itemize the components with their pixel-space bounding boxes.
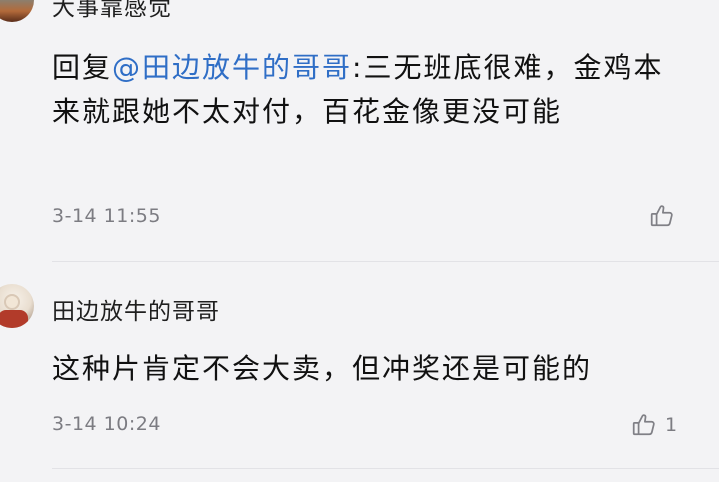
comment-username[interactable]: 田边放牛的哥哥 bbox=[52, 292, 220, 326]
comment-timestamp: 3-14 11:55 bbox=[52, 205, 161, 227]
avatar[interactable] bbox=[0, 284, 34, 328]
thumbs-up-icon bbox=[649, 203, 675, 229]
like-count: 1 bbox=[665, 414, 678, 436]
comment-item: 大事靠感觉 回复@田边放牛的哥哥:三无班底很难，金鸡本来就跟她不太对付，百花金像… bbox=[0, 0, 719, 262]
comment-timestamp: 3-14 10:24 bbox=[52, 413, 161, 435]
comment-item: 田边放牛的哥哥 这种片肯定不会大卖，但冲奖还是可能的 3-14 10:24 1 bbox=[0, 262, 719, 482]
comment-text: 这种片肯定不会大卖，但冲奖还是可能的 bbox=[52, 347, 692, 391]
like-button[interactable] bbox=[649, 203, 675, 229]
mention-link[interactable]: @田边放牛的哥哥 bbox=[112, 51, 352, 84]
like-button[interactable]: 1 bbox=[631, 412, 677, 438]
thumbs-up-icon bbox=[631, 412, 657, 438]
comment-list: 大事靠感觉 回复@田边放牛的哥哥:三无班底很难，金鸡本来就跟她不太对付，百花金像… bbox=[0, 0, 719, 482]
reply-prefix: 回复 bbox=[52, 51, 113, 84]
comment-body: 这种片肯定不会大卖，但冲奖还是可能的 bbox=[52, 352, 593, 385]
avatar[interactable] bbox=[0, 0, 34, 22]
divider bbox=[52, 468, 719, 469]
comment-username[interactable]: 大事靠感觉 bbox=[52, 0, 172, 22]
comment-text: 回复@田边放牛的哥哥:三无班底很难，金鸡本来就跟她不太对付，百花金像更没可能 bbox=[52, 46, 692, 134]
